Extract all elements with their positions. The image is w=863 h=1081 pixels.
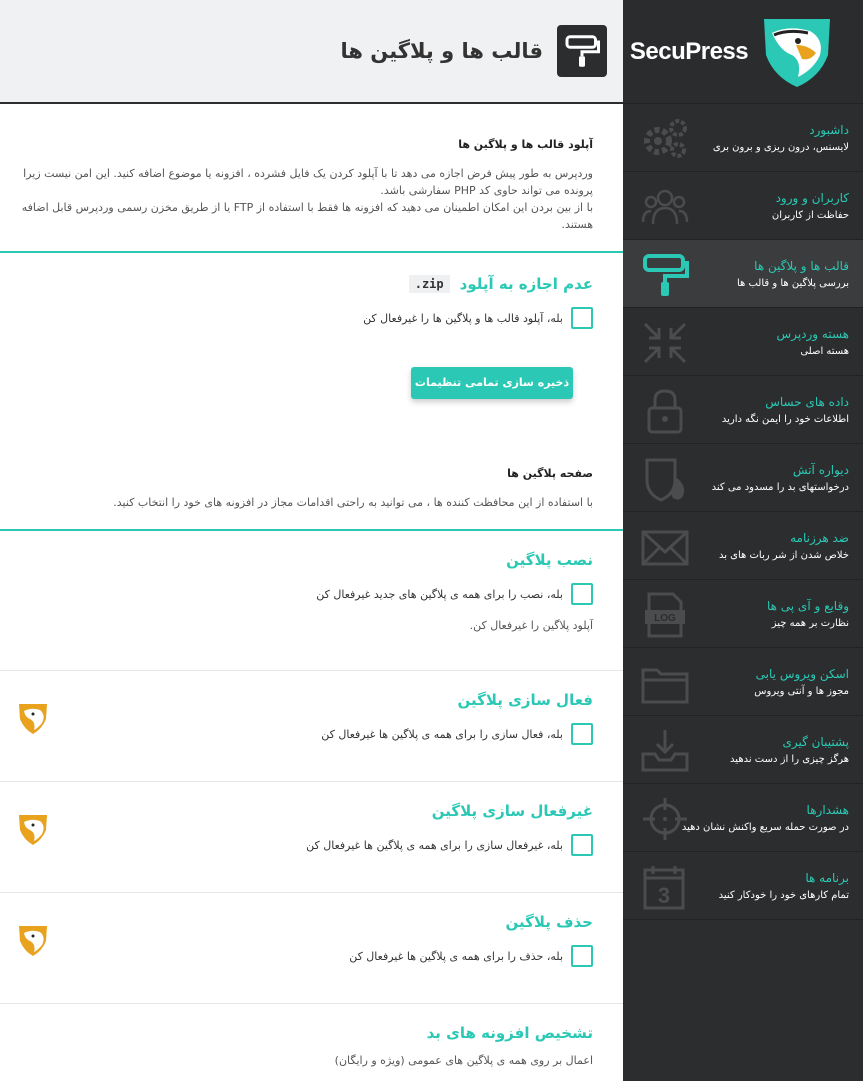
option-plugin-install: نصب پلاگین بله، نصب را برای همه ی پلاگین… xyxy=(18,551,593,670)
section-divider xyxy=(0,529,623,531)
secupress-logo-icon xyxy=(764,18,831,87)
sidebar-item-title: قالب ها و پلاگین ها xyxy=(754,258,849,273)
option-title: نصب پلاگین xyxy=(506,551,593,569)
sidebar-item-antispam[interactable]: ضد هرزنامه خلاص شدن از شر ربات های بد xyxy=(623,512,863,580)
envelope-icon xyxy=(641,530,689,566)
log-file-icon: LOG xyxy=(645,592,685,638)
sidebar-item-subtitle: تمام کارهای خود را خودکار کنید xyxy=(718,889,849,901)
sidebar-item-users[interactable]: کاربران و ورود حفاظت از کاربران xyxy=(623,172,863,240)
sidebar-item-subtitle: لایسنس، درون ریزی و برون بری xyxy=(712,141,849,153)
brand-name: SecuPress xyxy=(629,37,749,65)
option-note: اعمال بر روی همه ی پلاگین های عمومی (ویژ… xyxy=(334,1054,593,1067)
sidebar-item-title: ضد هرزنامه xyxy=(790,530,849,545)
folder-icon xyxy=(641,668,689,704)
sidebar-item-subtitle: مجوز ها و آنتی ویروس xyxy=(754,685,849,697)
plugins-section-desc: با استفاده از این محافظت کننده ها ، می ت… xyxy=(113,496,593,509)
sidebar-item-subtitle: خلاص شدن از شر ربات های بد xyxy=(718,549,849,561)
inbox-download-icon xyxy=(641,730,689,772)
sidebar-item-title: داده های حساس xyxy=(765,394,849,409)
sidebar-item-title: برنامه ها xyxy=(805,870,849,885)
sidebar-item-backups[interactable]: پشتیبان گیری هرگز چیزی را از دست ندهید xyxy=(623,716,863,784)
checkbox-label: بله، فعال سازی را برای همه ی پلاگین ها غ… xyxy=(321,727,563,741)
paint-roller-icon xyxy=(643,254,689,296)
calendar-icon: 3 xyxy=(643,866,685,910)
sidebar-item-subtitle: هرگز چیزی را از دست ندهید xyxy=(730,753,849,765)
sidebar-item-core[interactable]: هسته وردپرس هسته اصلی xyxy=(623,308,863,376)
save-all-settings-button[interactable]: ذخیره سازی تمامی تنظیمات xyxy=(411,367,573,399)
checkbox-label: بله، نصب را برای همه ی پلاگین های جدید غ… xyxy=(316,587,563,601)
upload-section-desc: وردپرس به طور پیش فرض اجازه می دهد تا با… xyxy=(23,167,593,197)
option-title: فعال سازی پلاگین xyxy=(457,691,593,709)
sidebar-item-subtitle: اطلاعات خود را ایمن نگه دارید xyxy=(721,413,849,425)
settings-content: آپلود قالب ها و پلاگین ها وردپرس به طور … xyxy=(0,138,623,1067)
secupress-pro-icon xyxy=(19,815,47,845)
checkbox-label: بله، حذف را برای همه ی پلاگین ها غیرفعال… xyxy=(349,949,563,963)
option-title: تشخیص افزونه های بد xyxy=(426,1024,593,1042)
disable-install-checkbox[interactable] xyxy=(571,583,593,605)
disable-deactivation-checkbox[interactable] xyxy=(571,834,593,856)
option-title: غیرفعال سازی پلاگین xyxy=(431,802,593,820)
disable-upload-checkbox[interactable] xyxy=(571,307,593,329)
svg-text:LOG: LOG xyxy=(654,613,676,624)
sidebar-item-title: اسکن ویروس یابی xyxy=(755,666,849,681)
sidebar-item-themes-plugins[interactable]: قالب ها و پلاگین ها بررسی پلاگین ها و قال… xyxy=(623,240,863,308)
users-icon xyxy=(641,189,689,225)
sidebar-item-subtitle: حفاظت از کاربران xyxy=(771,209,849,221)
option-plugin-deletion: حذف پلاگین بله، حذف را برای همه ی پلاگین… xyxy=(18,893,593,1003)
sidebar-item-dashboard[interactable]: داشبورد لایسنس، درون ریزی و برون بری xyxy=(623,104,863,172)
padlock-icon xyxy=(647,389,683,434)
sidebar-item-title: پشتیبان گیری xyxy=(782,734,849,749)
option-title: حذف پلاگین xyxy=(505,913,594,931)
page-title: قالب ها و پلاگین ها xyxy=(340,39,543,63)
upload-section-title: آپلود قالب ها و پلاگین ها xyxy=(458,138,593,151)
secupress-pro-icon xyxy=(19,926,47,956)
sidebar-item-schedules[interactable]: برنامه ها تمام کارهای خود را خودکار کنید … xyxy=(623,852,863,920)
sidebar-item-title: هشدارها xyxy=(806,802,849,817)
disable-deletion-checkbox[interactable] xyxy=(571,945,593,967)
sidebar-item-title: هسته وردپرس xyxy=(776,326,849,341)
sidebar-item-subtitle: هسته اصلی xyxy=(800,345,849,357)
sidebar: SecuPress داشبورد لایسنس، درون ریزی و برو… xyxy=(623,0,863,1081)
option-disallow-upload: عدم اجازه به آپلود .zip بله، آپلود قالب ه… xyxy=(18,275,593,329)
option-bad-plugins-detection: تشخیص افزونه های بد اعمال بر روی همه ی پ… xyxy=(18,1004,593,1067)
compress-arrows-icon xyxy=(643,322,687,364)
crosshair-icon xyxy=(643,798,687,840)
sidebar-item-alerts[interactable]: هشدارها در صورت حمله سریع واکنش نشان دهید xyxy=(623,784,863,852)
sidebar-item-subtitle: درخواستهای بد را مسدود می کند xyxy=(711,481,849,493)
sidebar-item-title: وقایع و آی پی ها xyxy=(766,598,849,613)
page-header: قالب ها و پلاگین ها xyxy=(0,0,623,104)
upload-section-desc-2: با از بین بردن این امکان اطمینان می دهید… xyxy=(21,201,593,231)
sidebar-item-subtitle: نظارت بر همه چیز xyxy=(771,617,849,629)
disable-activation-checkbox[interactable] xyxy=(571,723,593,745)
sidebar-item-logs[interactable]: وقایع و آی پی ها نظارت بر همه چیز LOG xyxy=(623,580,863,648)
checkbox-label: بله، آپلود قالب ها و پلاگین ها را غیرفعا… xyxy=(363,311,563,325)
svg-text:3: 3 xyxy=(658,883,670,908)
secupress-pro-icon xyxy=(19,704,47,734)
sidebar-item-scanners[interactable]: اسکن ویروس یابی مجوز ها و آنتی ویروس xyxy=(623,648,863,716)
sidebar-item-subtitle: در صورت حمله سریع واکنش نشان دهید xyxy=(681,821,849,833)
option-title: عدم اجازه به آپلود xyxy=(459,275,593,293)
plugins-section-title: صفحه پلاگین ها xyxy=(507,467,593,480)
option-plugin-activation: فعال سازی پلاگین بله، فعال سازی را برای … xyxy=(18,671,593,781)
zip-code-label: .zip xyxy=(408,275,450,293)
sidebar-item-firewall[interactable]: دیواره آتش درخواستهای بد را مسدود می کند xyxy=(623,444,863,512)
sidebar-item-title: دیواره آتش xyxy=(792,462,849,477)
option-note: آپلود پلاگین را غیرفعال کن. xyxy=(469,619,593,632)
sidebar-item-subtitle: بررسی پلاگین ها و قالب ها xyxy=(736,277,849,289)
option-plugin-deactivation: غیرفعال سازی پلاگین بله، غیرفعال سازی را… xyxy=(18,782,593,892)
sidebar-item-title: کاربران و ورود xyxy=(775,190,849,205)
shield-fire-icon xyxy=(645,458,685,502)
gears-icon xyxy=(644,119,687,158)
sidebar-header: SecuPress xyxy=(623,0,863,104)
main-content: قالب ها و پلاگین ها آپلود قالب ها و پلاگ… xyxy=(0,0,623,1081)
checkbox-label: بله، غیرفعال سازی را برای همه ی پلاگین ه… xyxy=(306,838,563,852)
sidebar-item-sensitive-data[interactable]: داده های حساس اطلاعات خود را ایمن نگه دار… xyxy=(623,376,863,444)
sidebar-item-title: داشبورد xyxy=(809,122,849,137)
paint-roller-icon xyxy=(557,25,607,77)
section-divider xyxy=(0,251,623,253)
